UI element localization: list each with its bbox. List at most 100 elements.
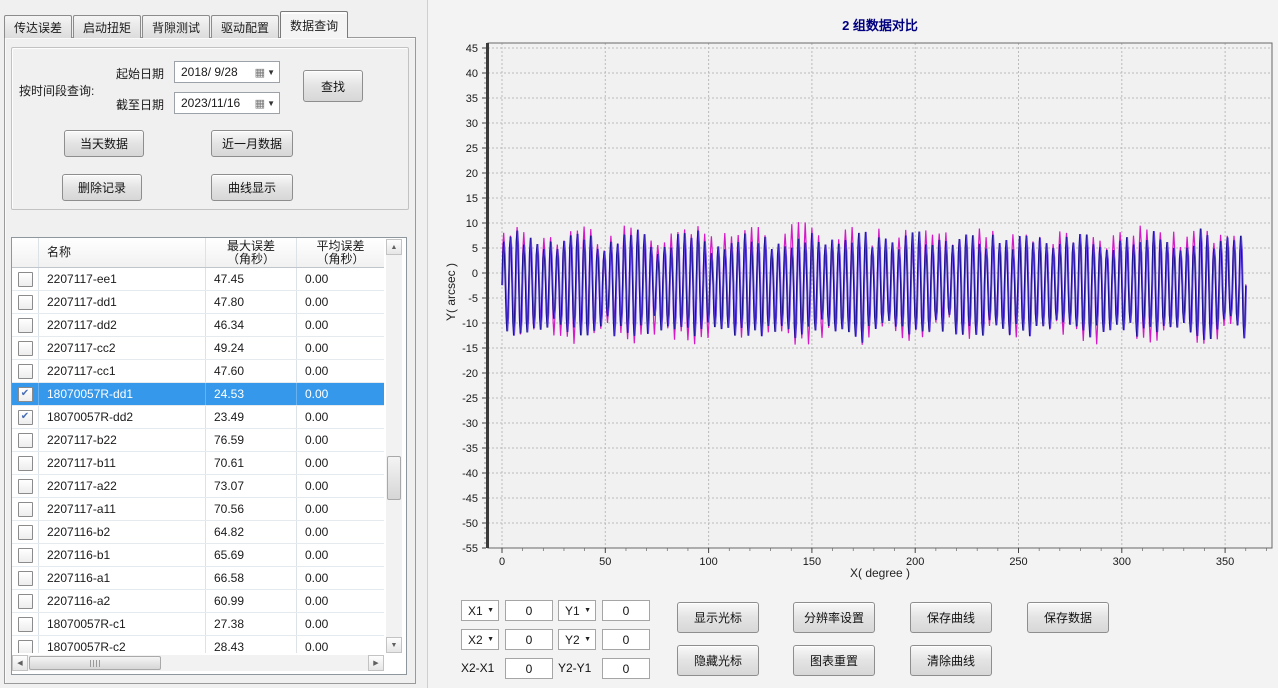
header-avg-error[interactable]: 平均误差 （角秒） bbox=[297, 238, 384, 267]
row-checkbox-cell bbox=[12, 360, 39, 382]
table-row[interactable]: 2207117-a2273.070.00 bbox=[12, 475, 384, 498]
header-max-error[interactable]: 最大误差 （角秒） bbox=[206, 238, 297, 267]
clear-curve-button[interactable]: 清除曲线 bbox=[910, 645, 992, 676]
row-checkbox[interactable] bbox=[18, 502, 33, 517]
row-checkbox[interactable] bbox=[18, 272, 33, 287]
y1-cursor-select[interactable]: Y1▼ bbox=[558, 600, 596, 621]
row-max-error: 65.69 bbox=[206, 544, 297, 566]
tab-transfer-error[interactable]: 传达误差 bbox=[4, 15, 72, 38]
row-checkbox[interactable] bbox=[18, 433, 33, 448]
table-row[interactable]: 2207116-b264.820.00 bbox=[12, 521, 384, 544]
chevron-down-icon: ▼ bbox=[487, 636, 494, 643]
table-row[interactable]: 2207117-dd147.800.00 bbox=[12, 291, 384, 314]
scroll-up-icon: ▲ bbox=[391, 244, 398, 251]
table-row[interactable]: 18070057R-c228.430.00 bbox=[12, 636, 384, 653]
row-checkbox[interactable] bbox=[18, 318, 33, 333]
table-row[interactable]: 2207117-b1170.610.00 bbox=[12, 452, 384, 475]
table-header: 名称 最大误差 （角秒） 平均误差 （角秒） bbox=[12, 238, 384, 268]
row-checkbox[interactable] bbox=[18, 594, 33, 609]
scroll-up-button[interactable]: ▲ bbox=[386, 239, 402, 255]
vscroll-thumb[interactable] bbox=[387, 456, 401, 500]
row-checkbox[interactable] bbox=[18, 571, 33, 586]
row-checkbox[interactable]: ✔ bbox=[18, 410, 33, 425]
header-checkbox-col bbox=[12, 238, 39, 267]
save-data-button[interactable]: 保存数据 bbox=[1027, 602, 1109, 633]
row-checkbox-cell bbox=[12, 544, 39, 566]
row-checkbox[interactable] bbox=[18, 617, 33, 632]
scroll-right-icon: ▶ bbox=[373, 659, 378, 667]
hscroll-thumb[interactable] bbox=[29, 656, 161, 670]
row-name: 2207116-a1 bbox=[39, 567, 206, 589]
row-max-error: 47.45 bbox=[206, 268, 297, 290]
row-checkbox[interactable] bbox=[18, 364, 33, 379]
table-row[interactable]: 2207117-cc147.600.00 bbox=[12, 360, 384, 383]
header-name[interactable]: 名称 bbox=[39, 238, 206, 267]
scroll-down-button[interactable]: ▼ bbox=[386, 637, 402, 653]
save-curve-button[interactable]: 保存曲线 bbox=[910, 602, 992, 633]
row-checkbox-cell bbox=[12, 613, 39, 635]
svg-text:40: 40 bbox=[466, 68, 478, 80]
dy-label: Y2-Y1 bbox=[558, 661, 591, 675]
table-row[interactable]: 2207116-b165.690.00 bbox=[12, 544, 384, 567]
tab-backlash-test[interactable]: 背隙测试 bbox=[142, 15, 210, 38]
dy-value-field[interactable] bbox=[602, 658, 650, 679]
table-row[interactable]: 2207117-cc249.240.00 bbox=[12, 337, 384, 360]
comparison-chart[interactable]: 454035302520151050-5-10-15-20-25-30-35-4… bbox=[428, 0, 1278, 590]
row-max-error: 70.56 bbox=[206, 498, 297, 520]
table-row[interactable]: 2207116-a260.990.00 bbox=[12, 590, 384, 613]
table-row[interactable]: 18070057R-c127.380.00 bbox=[12, 613, 384, 636]
end-date-field[interactable]: 2023/11/16 ▦ ▼ bbox=[174, 92, 280, 114]
row-checkbox[interactable] bbox=[18, 640, 33, 654]
x2-value-field[interactable] bbox=[505, 629, 553, 650]
dx-value-field[interactable] bbox=[505, 658, 553, 679]
table-row[interactable]: 2207117-dd246.340.00 bbox=[12, 314, 384, 337]
row-checkbox[interactable]: ✔ bbox=[18, 387, 33, 402]
dx-label: X2-X1 bbox=[461, 661, 494, 675]
row-checkbox[interactable] bbox=[18, 548, 33, 563]
y2-value-field[interactable] bbox=[602, 629, 650, 650]
row-checkbox[interactable] bbox=[18, 525, 33, 540]
row-checkbox-cell bbox=[12, 498, 39, 520]
scroll-left-button[interactable]: ◀ bbox=[12, 655, 28, 671]
row-checkbox[interactable] bbox=[18, 456, 33, 471]
y1-value-field[interactable] bbox=[602, 600, 650, 621]
scroll-right-button[interactable]: ▶ bbox=[368, 655, 384, 671]
row-checkbox[interactable] bbox=[18, 479, 33, 494]
start-date-field[interactable]: 2018/ 9/28 ▦ ▼ bbox=[174, 61, 280, 83]
table-vertical-scrollbar[interactable]: ▲ ▼ bbox=[386, 239, 402, 653]
search-button[interactable]: 查找 bbox=[303, 70, 363, 102]
table-row[interactable]: 2207117-ee147.450.00 bbox=[12, 268, 384, 291]
chevron-down-icon[interactable]: ▼ bbox=[267, 99, 275, 108]
row-checkbox[interactable] bbox=[18, 295, 33, 310]
row-checkbox[interactable] bbox=[18, 341, 33, 356]
delete-record-button[interactable]: 删除记录 bbox=[62, 174, 142, 201]
chevron-down-icon[interactable]: ▼ bbox=[267, 68, 275, 77]
resolution-settings-button[interactable]: 分辨率设置 bbox=[793, 602, 875, 633]
tab-data-query[interactable]: 数据查询 bbox=[280, 11, 348, 38]
tab-start-torque[interactable]: 启动扭矩 bbox=[73, 15, 141, 38]
table-row[interactable]: ✔18070057R-dd223.490.00 bbox=[12, 406, 384, 429]
svg-text:-55: -55 bbox=[462, 543, 478, 555]
chart-reset-button[interactable]: 图表重置 bbox=[793, 645, 875, 676]
y2-cursor-select[interactable]: Y2▼ bbox=[558, 629, 596, 650]
table-row[interactable]: ✔18070057R-dd124.530.00 bbox=[12, 383, 384, 406]
row-avg-error: 0.00 bbox=[297, 544, 384, 566]
x2-cursor-select[interactable]: X2▼ bbox=[461, 629, 499, 650]
hide-cursor-button[interactable]: 隐藏光标 bbox=[677, 645, 759, 676]
table-row[interactable]: 2207116-a166.580.00 bbox=[12, 567, 384, 590]
x1-cursor-select[interactable]: X1▼ bbox=[461, 600, 499, 621]
thumb-grip bbox=[90, 660, 101, 667]
today-data-button[interactable]: 当天数据 bbox=[64, 130, 144, 157]
table-horizontal-scrollbar[interactable]: ◀ ▶ bbox=[12, 655, 384, 671]
table-row[interactable]: 2207117-b2276.590.00 bbox=[12, 429, 384, 452]
show-cursor-button[interactable]: 显示光标 bbox=[677, 602, 759, 633]
row-avg-error: 0.00 bbox=[297, 291, 384, 313]
table-row[interactable]: 2207117-a1170.560.00 bbox=[12, 498, 384, 521]
row-name: 2207117-a22 bbox=[39, 475, 206, 497]
tab-drive-config[interactable]: 驱动配置 bbox=[211, 15, 279, 38]
last-month-data-button[interactable]: 近一月数据 bbox=[211, 130, 293, 157]
row-max-error: 60.99 bbox=[206, 590, 297, 612]
x1-value-field[interactable] bbox=[505, 600, 553, 621]
row-checkbox-cell bbox=[12, 452, 39, 474]
curve-display-button[interactable]: 曲线显示 bbox=[211, 174, 293, 201]
